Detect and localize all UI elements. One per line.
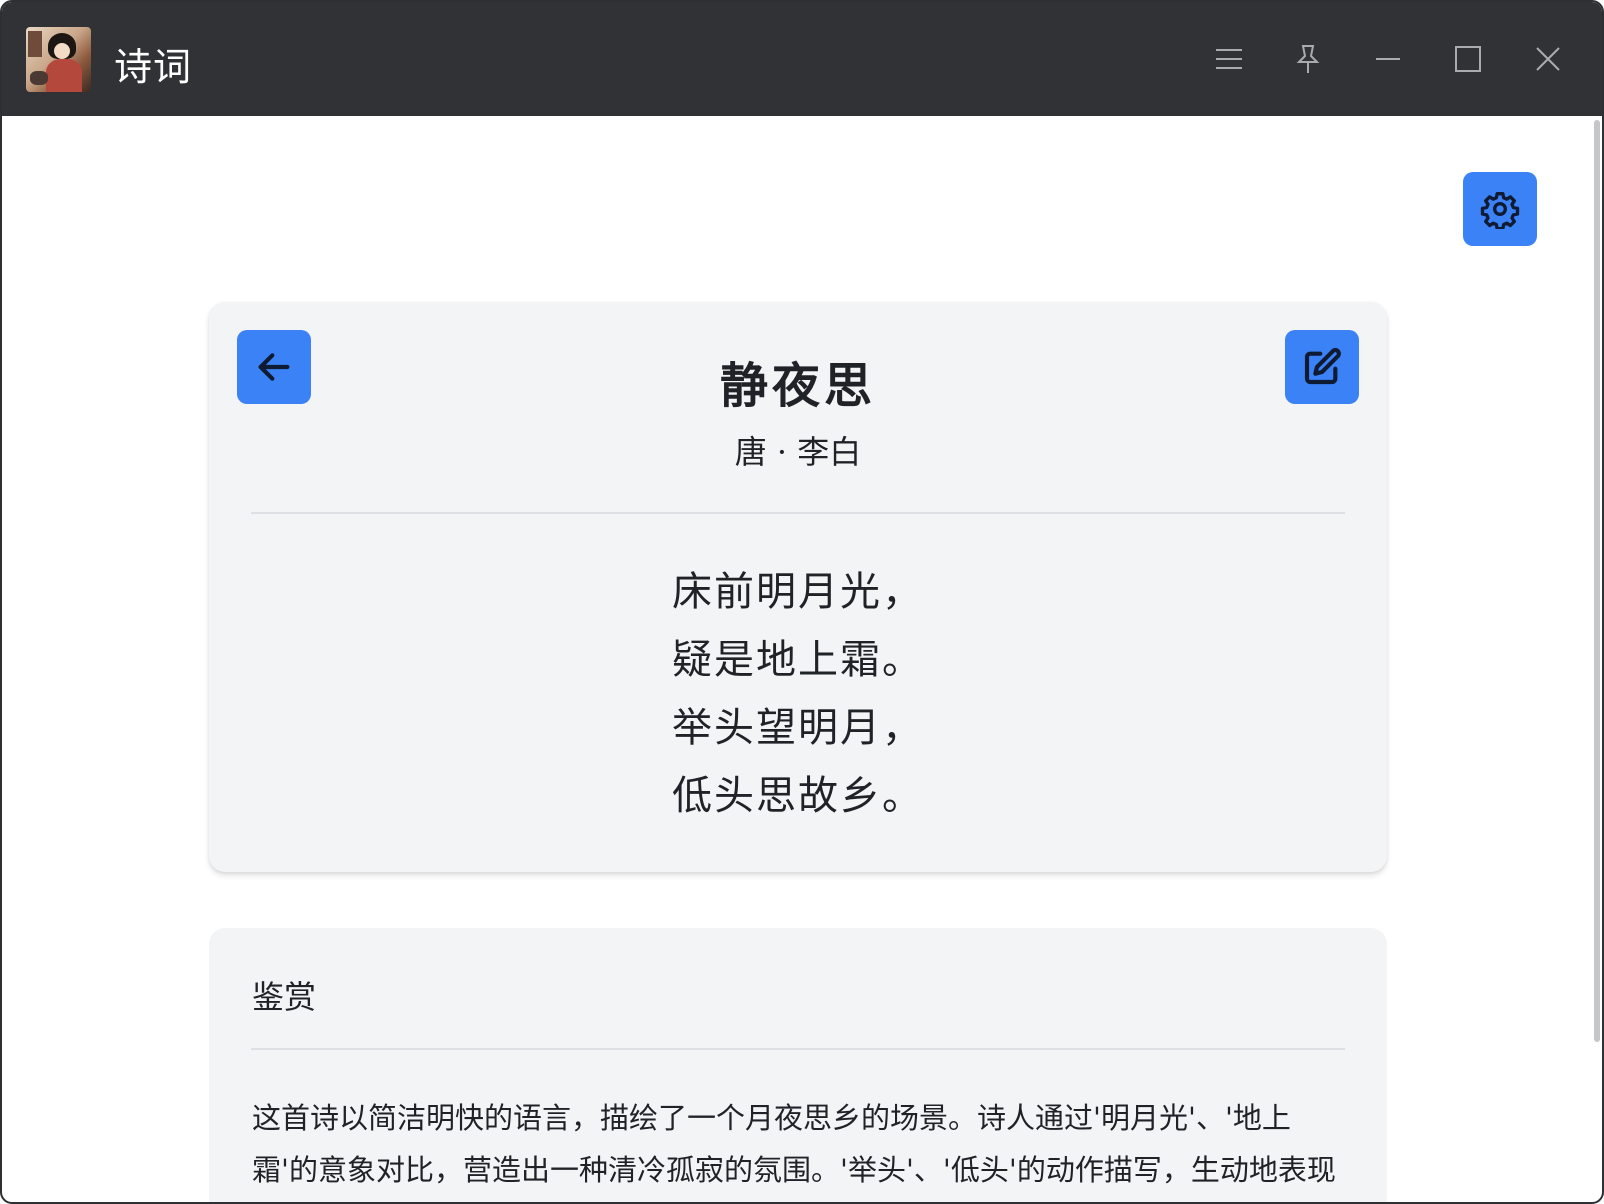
pin-button[interactable] (1288, 39, 1328, 79)
appreciation-text: 这首诗以简洁明快的语言，描绘了一个月夜思乡的场景。诗人通过'明月光'、'地上霜'… (252, 1101, 1336, 1187)
menu-icon (1216, 49, 1242, 69)
app-logo (26, 27, 91, 92)
maximize-icon (1455, 46, 1481, 72)
poem-divider (251, 512, 1345, 514)
poem-title: 静夜思 (719, 358, 876, 414)
settings-button[interactable] (1463, 172, 1537, 246)
title-bar[interactable]: 诗词 (2, 2, 1602, 116)
poem-body: 床前明月光， 疑是地上霜。 举头望明月， 低头思故乡。 (209, 558, 1387, 830)
poem-line: 低头思故乡。 (672, 773, 924, 819)
poem-line: 床前明月光， (672, 569, 924, 615)
appreciation-heading: 鉴赏 (252, 978, 317, 1016)
close-icon (1536, 47, 1560, 71)
gear-icon (1480, 192, 1520, 229)
pin-icon (1296, 45, 1320, 73)
app-window: 诗词 静夜思 唐 · 李白 床前明月光， 疑是地上霜。 举头望明月， 低头思故乡… (0, 0, 1604, 1204)
scrollbar-thumb[interactable] (1594, 120, 1600, 1042)
app-title: 诗词 (114, 45, 193, 89)
poem-author: 唐 · 李白 (734, 433, 862, 471)
poem-line: 举头望明月， (672, 705, 924, 751)
minimize-button[interactable] (1368, 39, 1408, 79)
appreciation-card: 鉴赏 这首诗以简洁明快的语言，描绘了一个月夜思乡的场景。诗人通过'明月光'、'地… (209, 928, 1387, 1202)
minimize-icon (1376, 58, 1400, 60)
poem-card: 静夜思 唐 · 李白 床前明月光， 疑是地上霜。 举头望明月， 低头思故乡。 (209, 302, 1387, 872)
poem-line: 疑是地上霜。 (672, 637, 924, 683)
menu-button[interactable] (1209, 39, 1249, 79)
appreciation-divider (251, 1048, 1345, 1050)
close-button[interactable] (1528, 39, 1568, 79)
maximize-button[interactable] (1448, 39, 1488, 79)
